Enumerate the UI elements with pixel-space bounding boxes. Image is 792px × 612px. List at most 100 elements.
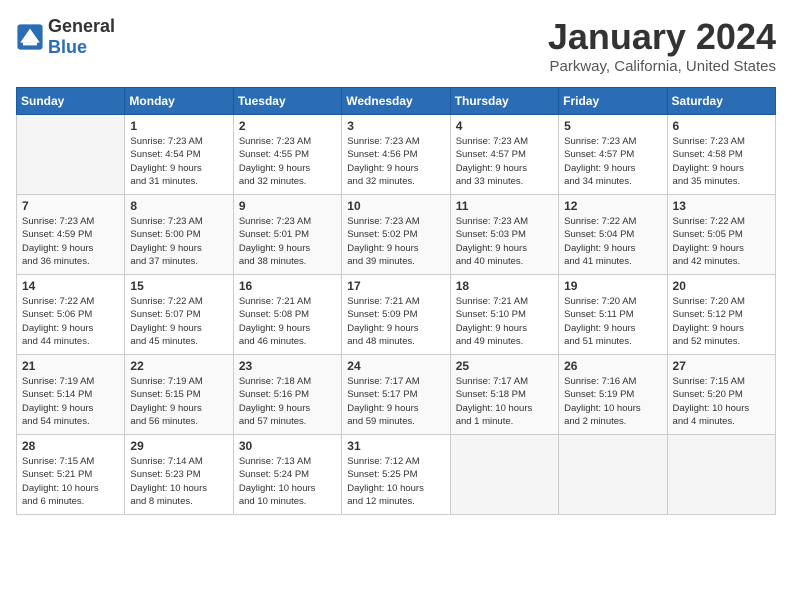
calendar-cell: 26Sunrise: 7:16 AM Sunset: 5:19 PM Dayli… xyxy=(559,355,667,435)
logo: General Blue xyxy=(16,16,115,58)
day-info: Sunrise: 7:17 AM Sunset: 5:18 PM Dayligh… xyxy=(456,375,553,428)
day-number: 26 xyxy=(564,359,661,373)
day-info: Sunrise: 7:23 AM Sunset: 5:03 PM Dayligh… xyxy=(456,215,553,268)
logo-general: General xyxy=(48,16,115,36)
day-number: 14 xyxy=(22,279,119,293)
day-number: 2 xyxy=(239,119,336,133)
calendar-cell: 1 Sunrise: 7:23 AM Sunset: 4:54 PM Daylig… xyxy=(125,115,233,195)
calendar-cell xyxy=(450,435,558,515)
day-info: Sunrise: 7:23 AM Sunset: 4:54 PM Dayligh… xyxy=(130,135,227,188)
day-number: 10 xyxy=(347,199,444,213)
day-number: 1 xyxy=(130,119,227,133)
day-info: Sunrise: 7:22 AM Sunset: 5:06 PM Dayligh… xyxy=(22,295,119,348)
day-number: 9 xyxy=(239,199,336,213)
day-info: Sunrise: 7:20 AM Sunset: 5:12 PM Dayligh… xyxy=(673,295,770,348)
day-info: Sunrise: 7:23 AM Sunset: 4:59 PM Dayligh… xyxy=(22,215,119,268)
day-number: 18 xyxy=(456,279,553,293)
col-sunday: Sunday xyxy=(17,88,125,115)
day-info: Sunrise: 7:14 AM Sunset: 5:23 PM Dayligh… xyxy=(130,455,227,508)
day-info: Sunrise: 7:12 AM Sunset: 5:25 PM Dayligh… xyxy=(347,455,444,508)
day-info: Sunrise: 7:23 AM Sunset: 4:56 PM Dayligh… xyxy=(347,135,444,188)
calendar-cell: 3Sunrise: 7:23 AM Sunset: 4:56 PM Daylig… xyxy=(342,115,450,195)
header: General Blue January 2024 Parkway, Calif… xyxy=(16,16,776,75)
week-row-2: 14 Sunrise: 7:22 AM Sunset: 5:06 PM Dayli… xyxy=(17,275,776,355)
day-info: Sunrise: 7:19 AM Sunset: 5:15 PM Dayligh… xyxy=(130,375,227,428)
day-number: 5 xyxy=(564,119,661,133)
logo-blue: Blue xyxy=(48,37,87,57)
day-info: Sunrise: 7:23 AM Sunset: 4:55 PM Dayligh… xyxy=(239,135,336,188)
day-info: Sunrise: 7:15 AM Sunset: 5:20 PM Dayligh… xyxy=(673,375,770,428)
day-number: 12 xyxy=(564,199,661,213)
day-info: Sunrise: 7:18 AM Sunset: 5:16 PM Dayligh… xyxy=(239,375,336,428)
calendar-cell: 2 Sunrise: 7:23 AM Sunset: 4:55 PM Daylig… xyxy=(233,115,341,195)
day-number: 25 xyxy=(456,359,553,373)
day-number: 23 xyxy=(239,359,336,373)
calendar-cell: 5 Sunrise: 7:23 AM Sunset: 4:57 PM Daylig… xyxy=(559,115,667,195)
calendar-cell: 30 Sunrise: 7:13 AM Sunset: 5:24 PM Dayli… xyxy=(233,435,341,515)
calendar-cell: 23 Sunrise: 7:18 AM Sunset: 5:16 PM Dayli… xyxy=(233,355,341,435)
calendar-cell: 9Sunrise: 7:23 AM Sunset: 5:01 PM Daylig… xyxy=(233,195,341,275)
logo-text: General Blue xyxy=(48,16,115,58)
header-row: Sunday Monday Tuesday Wednesday Thursday… xyxy=(17,88,776,115)
day-number: 22 xyxy=(130,359,227,373)
calendar-cell: 13Sunrise: 7:22 AM Sunset: 5:05 PM Dayli… xyxy=(667,195,775,275)
day-number: 8 xyxy=(130,199,227,213)
calendar-cell xyxy=(559,435,667,515)
day-info: Sunrise: 7:21 AM Sunset: 5:08 PM Dayligh… xyxy=(239,295,336,348)
day-number: 20 xyxy=(673,279,770,293)
calendar-cell: 6Sunrise: 7:23 AM Sunset: 4:58 PM Daylig… xyxy=(667,115,775,195)
day-info: Sunrise: 7:23 AM Sunset: 4:57 PM Dayligh… xyxy=(564,135,661,188)
calendar-cell: 17Sunrise: 7:21 AM Sunset: 5:09 PM Dayli… xyxy=(342,275,450,355)
col-friday: Friday xyxy=(559,88,667,115)
day-number: 11 xyxy=(456,199,553,213)
week-row-3: 21 Sunrise: 7:19 AM Sunset: 5:14 PM Dayli… xyxy=(17,355,776,435)
calendar-cell: 19 Sunrise: 7:20 AM Sunset: 5:11 PM Dayli… xyxy=(559,275,667,355)
col-wednesday: Wednesday xyxy=(342,88,450,115)
calendar-cell: 28Sunrise: 7:15 AM Sunset: 5:21 PM Dayli… xyxy=(17,435,125,515)
day-number: 27 xyxy=(673,359,770,373)
calendar-cell: 27 Sunrise: 7:15 AM Sunset: 5:20 PM Dayli… xyxy=(667,355,775,435)
day-number: 15 xyxy=(130,279,227,293)
calendar-cell: 29 Sunrise: 7:14 AM Sunset: 5:23 PM Dayli… xyxy=(125,435,233,515)
calendar-header: Sunday Monday Tuesday Wednesday Thursday… xyxy=(17,88,776,115)
calendar-cell: 11 Sunrise: 7:23 AM Sunset: 5:03 PM Dayli… xyxy=(450,195,558,275)
calendar-cell: 24Sunrise: 7:17 AM Sunset: 5:17 PM Dayli… xyxy=(342,355,450,435)
week-row-1: 7 Sunrise: 7:23 AM Sunset: 4:59 PM Daylig… xyxy=(17,195,776,275)
col-monday: Monday xyxy=(125,88,233,115)
calendar-cell: 15Sunrise: 7:22 AM Sunset: 5:07 PM Dayli… xyxy=(125,275,233,355)
calendar-cell: 18 Sunrise: 7:21 AM Sunset: 5:10 PM Dayli… xyxy=(450,275,558,355)
calendar-cell xyxy=(17,115,125,195)
week-row-0: 1 Sunrise: 7:23 AM Sunset: 4:54 PM Daylig… xyxy=(17,115,776,195)
calendar-table: Sunday Monday Tuesday Wednesday Thursday… xyxy=(16,87,776,515)
calendar-cell: 22 Sunrise: 7:19 AM Sunset: 5:15 PM Dayli… xyxy=(125,355,233,435)
col-saturday: Saturday xyxy=(667,88,775,115)
location-title: Parkway, California, United States xyxy=(548,58,776,75)
calendar-cell xyxy=(667,435,775,515)
day-info: Sunrise: 7:20 AM Sunset: 5:11 PM Dayligh… xyxy=(564,295,661,348)
day-number: 19 xyxy=(564,279,661,293)
calendar-cell: 21 Sunrise: 7:19 AM Sunset: 5:14 PM Dayli… xyxy=(17,355,125,435)
day-info: Sunrise: 7:23 AM Sunset: 5:00 PM Dayligh… xyxy=(130,215,227,268)
day-number: 21 xyxy=(22,359,119,373)
day-info: Sunrise: 7:21 AM Sunset: 5:10 PM Dayligh… xyxy=(456,295,553,348)
day-number: 6 xyxy=(673,119,770,133)
day-number: 29 xyxy=(130,439,227,453)
col-thursday: Thursday xyxy=(450,88,558,115)
calendar-body: 1 Sunrise: 7:23 AM Sunset: 4:54 PM Daylig… xyxy=(17,115,776,515)
day-info: Sunrise: 7:17 AM Sunset: 5:17 PM Dayligh… xyxy=(347,375,444,428)
day-number: 13 xyxy=(673,199,770,213)
day-info: Sunrise: 7:19 AM Sunset: 5:14 PM Dayligh… xyxy=(22,375,119,428)
day-number: 30 xyxy=(239,439,336,453)
calendar-cell: 10Sunrise: 7:23 AM Sunset: 5:02 PM Dayli… xyxy=(342,195,450,275)
calendar-cell: 16 Sunrise: 7:21 AM Sunset: 5:08 PM Dayli… xyxy=(233,275,341,355)
day-info: Sunrise: 7:23 AM Sunset: 4:57 PM Dayligh… xyxy=(456,135,553,188)
day-number: 16 xyxy=(239,279,336,293)
calendar-cell: 4Sunrise: 7:23 AM Sunset: 4:57 PM Daylig… xyxy=(450,115,558,195)
day-number: 31 xyxy=(347,439,444,453)
logo-icon xyxy=(16,23,44,51)
day-info: Sunrise: 7:15 AM Sunset: 5:21 PM Dayligh… xyxy=(22,455,119,508)
month-title: January 2024 xyxy=(548,16,776,58)
calendar-cell: 8 Sunrise: 7:23 AM Sunset: 5:00 PM Daylig… xyxy=(125,195,233,275)
day-number: 7 xyxy=(22,199,119,213)
day-info: Sunrise: 7:13 AM Sunset: 5:24 PM Dayligh… xyxy=(239,455,336,508)
